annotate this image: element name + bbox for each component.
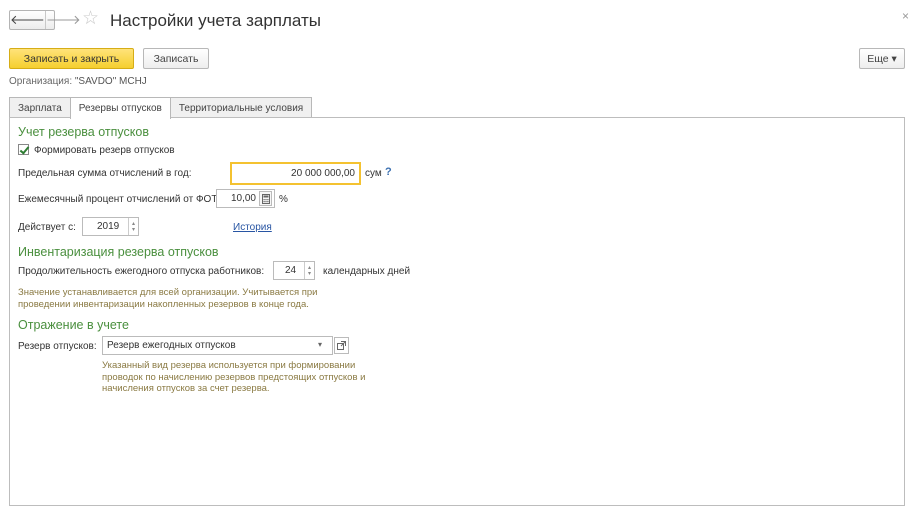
save-button[interactable]: Записать <box>143 48 209 69</box>
percent-label: Ежемесячный процент отчислений от ФОТ: <box>18 194 221 205</box>
tab-territorial-conditions[interactable]: Территориальные условия <box>169 97 313 118</box>
year-spin-icon[interactable]: ▴ ▾ <box>128 218 138 235</box>
forward-arrow-icon[interactable]: 🡒 <box>44 11 81 29</box>
open-link-icon[interactable] <box>334 337 349 354</box>
form-reserve-checkbox[interactable] <box>18 144 29 155</box>
help-icon[interactable]: ? <box>385 166 392 178</box>
organization-label: Организация: <box>9 76 73 87</box>
favorite-star-icon[interactable]: ☆ <box>82 9 99 29</box>
accounting-hint-line: Указанный вид резерва используется при ф… <box>102 360 356 371</box>
reserve-type-label: Резерв отпусков: <box>18 341 97 352</box>
inventory-hint-line: проведении инвентаризации накопленных ре… <box>18 298 309 310</box>
duration-label: Продолжительность ежегодного отпуска раб… <box>18 266 265 277</box>
back-arrow-icon[interactable]: 🡐 <box>10 11 45 29</box>
percent-unit: % <box>279 194 288 205</box>
tab-salary[interactable]: Зарплата <box>9 97 71 118</box>
accounting-hint-line: проводок по начислению резервов предстоя… <box>102 371 366 383</box>
command-bar: Записать и закрыть Записать Еще ▾ <box>0 48 917 70</box>
more-menu-button[interactable]: Еще ▾ <box>859 48 905 69</box>
effective-from-label: Действует с: <box>18 222 76 233</box>
accounting-hint: Указанный вид резерва используется при ф… <box>102 360 365 395</box>
tab-bar: Зарплата Резервы отпусков Территориальны… <box>9 97 313 119</box>
organization-row: Организация: "SAVDO" MCHJ <box>9 76 147 87</box>
save-and-close-button[interactable]: Записать и закрыть <box>9 48 134 69</box>
organization-value: "SAVDO" MCHJ <box>74 76 147 87</box>
reserve-type-select[interactable]: Резерв ежегодных отпусков <box>102 336 333 355</box>
chevron-down-icon[interactable]: ▾ <box>318 340 322 349</box>
section-heading-inventory: Инвентаризация резерва отпусков <box>18 245 219 259</box>
inventory-hint-line: Значение устанавливается для всей органи… <box>18 287 318 298</box>
limit-currency: сум <box>365 168 382 179</box>
history-link[interactable]: История <box>233 222 272 233</box>
close-icon[interactable]: × <box>902 9 909 23</box>
limit-label: Предельная сумма отчислений в год: <box>18 168 192 179</box>
duration-unit: календарных дней <box>323 266 411 277</box>
tab-vacation-reserves[interactable]: Резервы отпусков <box>69 97 171 119</box>
form-reserve-label: Формировать резерв отпусков <box>34 145 175 156</box>
limit-amount-input[interactable]: 20 000 000,00 <box>230 162 361 185</box>
section-heading-accounting: Отражение в учете <box>18 318 129 332</box>
accounting-hint-line: начисления отпусков за счет резерва. <box>102 383 270 394</box>
calculator-icon[interactable] <box>259 191 272 206</box>
page-title: Настройки учета зарплаты <box>110 11 322 30</box>
duration-spin-icon[interactable]: ▴ ▾ <box>304 262 314 279</box>
title-bar: 🡐 🡒 ☆ Настройки учета зарплаты × <box>0 0 917 42</box>
section-heading-reserve: Учет резерва отпусков <box>18 125 149 139</box>
nav-buttons: 🡐 🡒 <box>9 10 81 30</box>
inventory-hint: Значение устанавливается для всей органи… <box>18 287 317 310</box>
